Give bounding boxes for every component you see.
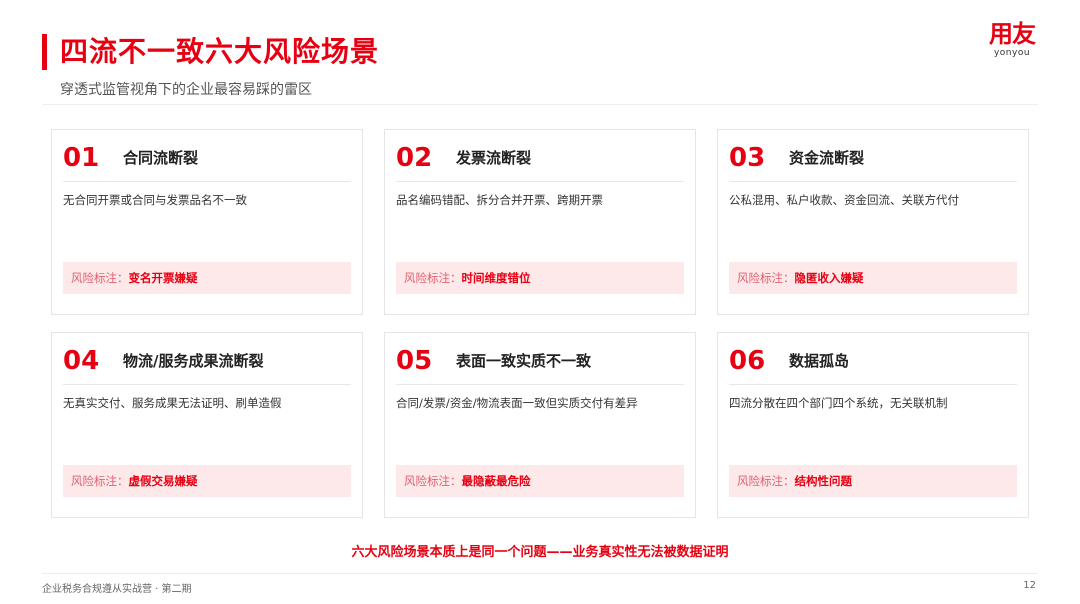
risk-value: 最隐蔽最危险: [461, 474, 531, 488]
risk-card-02: 02 发票流断裂 品名编码错配、拆分合并开票、跨期开票 风险标注：时间维度错位: [384, 129, 696, 315]
card-divider: [729, 384, 1017, 385]
card-title: 合同流断裂: [123, 149, 199, 167]
title-accent-bar: [42, 34, 47, 70]
risk-annotation: 风险标注：变名开票嫌疑: [63, 262, 351, 294]
logo-text: 用友: [989, 20, 1036, 48]
card-title: 发票流断裂: [456, 149, 532, 167]
risk-value: 变名开票嫌疑: [128, 271, 198, 285]
risk-label: 风险标注：: [404, 474, 462, 488]
card-description: 无合同开票或合同与发票品名不一致: [63, 193, 247, 207]
conclusion-text: 六大风险场景本质上是同一个问题——业务真实性无法被数据证明: [351, 545, 729, 560]
risk-annotation: 风险标注：结构性问题: [729, 465, 1017, 497]
card-description: 品名编码错配、拆分合并开票、跨期开票: [396, 193, 603, 207]
risk-card-06: 06 数据孤岛 四流分散在四个部门四个系统，无关联机制 风险标注：结构性问题: [717, 332, 1029, 518]
risk-value: 虚假交易嫌疑: [128, 474, 198, 488]
card-description: 公私混用、私户收款、资金回流、关联方代付: [729, 193, 959, 207]
card-number: 05: [396, 346, 433, 376]
footer-course-name: 企业税务合规遵从实战营 · 第二期: [42, 584, 192, 595]
card-divider: [396, 181, 684, 182]
yonyou-logo: 用友 yonyou: [982, 20, 1042, 58]
risk-annotation: 风险标注：隐匿收入嫌疑: [729, 262, 1017, 294]
risk-label: 风险标注：: [737, 271, 795, 285]
risk-card-01: 01 合同流断裂 无合同开票或合同与发票品名不一致 风险标注：变名开票嫌疑: [51, 129, 363, 315]
page-title: 四流不一致六大风险场景: [60, 35, 380, 68]
risk-card-03: 03 资金流断裂 公私混用、私户收款、资金回流、关联方代付 风险标注：隐匿收入嫌…: [717, 129, 1029, 315]
risk-label: 风险标注：: [737, 474, 795, 488]
risk-label: 风险标注：: [404, 271, 462, 285]
page-number: 12: [1023, 580, 1036, 591]
card-number: 06: [729, 346, 766, 376]
risk-value: 时间维度错位: [461, 271, 531, 285]
risk-value: 结构性问题: [794, 474, 853, 488]
card-divider: [396, 384, 684, 385]
card-divider: [63, 384, 351, 385]
risk-value: 隐匿收入嫌疑: [794, 271, 864, 285]
risk-label: 风险标注：: [71, 271, 129, 285]
card-description: 四流分散在四个部门四个系统，无关联机制: [729, 396, 948, 410]
risk-annotation: 风险标注：虚假交易嫌疑: [63, 465, 351, 497]
card-divider: [63, 181, 351, 182]
risk-annotation: 风险标注：时间维度错位: [396, 262, 684, 294]
risk-label: 风险标注：: [71, 474, 129, 488]
card-number: 04: [63, 346, 100, 376]
card-title: 资金流断裂: [789, 149, 865, 167]
card-description: 无真实交付、服务成果无法证明、刷单造假: [63, 396, 282, 410]
risk-card-05: 05 表面一致实质不一致 合同/发票/资金/物流表面一致但实质交付有差异 风险标…: [384, 332, 696, 518]
card-divider: [729, 181, 1017, 182]
card-number: 01: [63, 143, 100, 173]
card-description: 合同/发票/资金/物流表面一致但实质交付有差异: [396, 396, 638, 410]
page-subtitle: 穿透式监管视角下的企业最容易踩的雷区: [60, 82, 312, 98]
footer-divider: [42, 573, 1038, 574]
card-number: 03: [729, 143, 766, 173]
card-title: 表面一致实质不一致: [456, 352, 592, 370]
header-divider: [42, 104, 1038, 105]
card-number: 02: [396, 143, 433, 173]
risk-card-04: 04 物流/服务成果流断裂 无真实交付、服务成果无法证明、刷单造假 风险标注：虚…: [51, 332, 363, 518]
logo-subtext: yonyou: [993, 48, 1031, 58]
card-title: 物流/服务成果流断裂: [123, 352, 264, 370]
card-title: 数据孤岛: [789, 352, 850, 370]
risk-annotation: 风险标注：最隐蔽最危险: [396, 465, 684, 497]
